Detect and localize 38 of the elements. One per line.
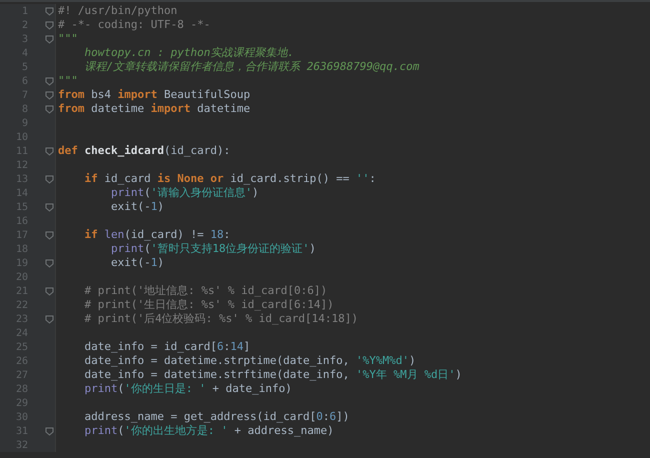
code-line: # print('后4位校验码: %s' % id_card[14:18]) — [83, 312, 358, 325]
code-line: from datetime import datetime — [58, 102, 250, 115]
fold-marker-icon[interactable] — [45, 174, 54, 184]
fold-marker-icon[interactable] — [45, 90, 54, 100]
code-line: address_name = get_address(id_card[0:6]) — [83, 410, 350, 423]
code-line: howtopy.cn : python实战课程聚集地. — [83, 46, 294, 59]
fold-marker-icon[interactable] — [45, 76, 54, 86]
fold-marker-icon[interactable] — [45, 426, 54, 436]
code-line: print('你的出生地方是: ' + address_name) — [83, 424, 334, 437]
code-line: date_info = datetime.strftime(date_info, '%Y年 %M月 %d日') — [83, 368, 462, 381]
code-line: """ — [58, 74, 78, 87]
code-line: exit(-1) — [110, 256, 164, 269]
code-line: # print('地址信息: %s' % id_card[0:6]) — [83, 284, 328, 297]
fold-marker-icon[interactable] — [45, 258, 54, 268]
code-line: #! /usr/bin/python — [58, 4, 178, 17]
code-line: # -*- coding: UTF-8 -*- — [58, 18, 210, 31]
fold-marker-icon[interactable] — [45, 20, 54, 30]
code-line: from bs4 import BeautifulSoup — [58, 88, 250, 101]
code-line: """ — [58, 32, 78, 45]
code-line: print('你的生日是: ' + date_info) — [83, 382, 292, 395]
fold-marker-icon[interactable] — [45, 34, 54, 44]
code-line: def check_idcard(id_card): — [58, 144, 230, 157]
code-line: date_info = datetime.strptime(date_info, '%Y%M%d') — [83, 354, 416, 367]
code-line: 课程/文章转载请保留作者信息，合作请联系 2636988799@qq.com — [83, 60, 420, 73]
fold-marker-icon[interactable] — [45, 104, 54, 114]
fold-marker-icon[interactable] — [45, 202, 54, 212]
fold-marker-icon[interactable] — [45, 6, 54, 16]
fold-marker-icon[interactable] — [45, 286, 54, 296]
code-line: print('请输入身份证信息') — [110, 186, 259, 199]
fold-marker-icon[interactable] — [45, 230, 54, 240]
fold-marker-icon[interactable] — [45, 146, 54, 156]
code-line: # print('生日信息: %s' % id_card[6:14]) — [83, 298, 334, 311]
code-line: date_info = id_card[6:14] — [83, 340, 250, 353]
code-line: print('暂时只支持18位身份证的验证') — [110, 242, 316, 255]
code-line: exit(-1) — [110, 200, 164, 213]
fold-marker-icon[interactable] — [45, 314, 54, 324]
code-line: if len(id_card) != 18: — [83, 228, 230, 241]
code-line: if id_card is None or id_card.strip() == '': — [83, 172, 376, 185]
